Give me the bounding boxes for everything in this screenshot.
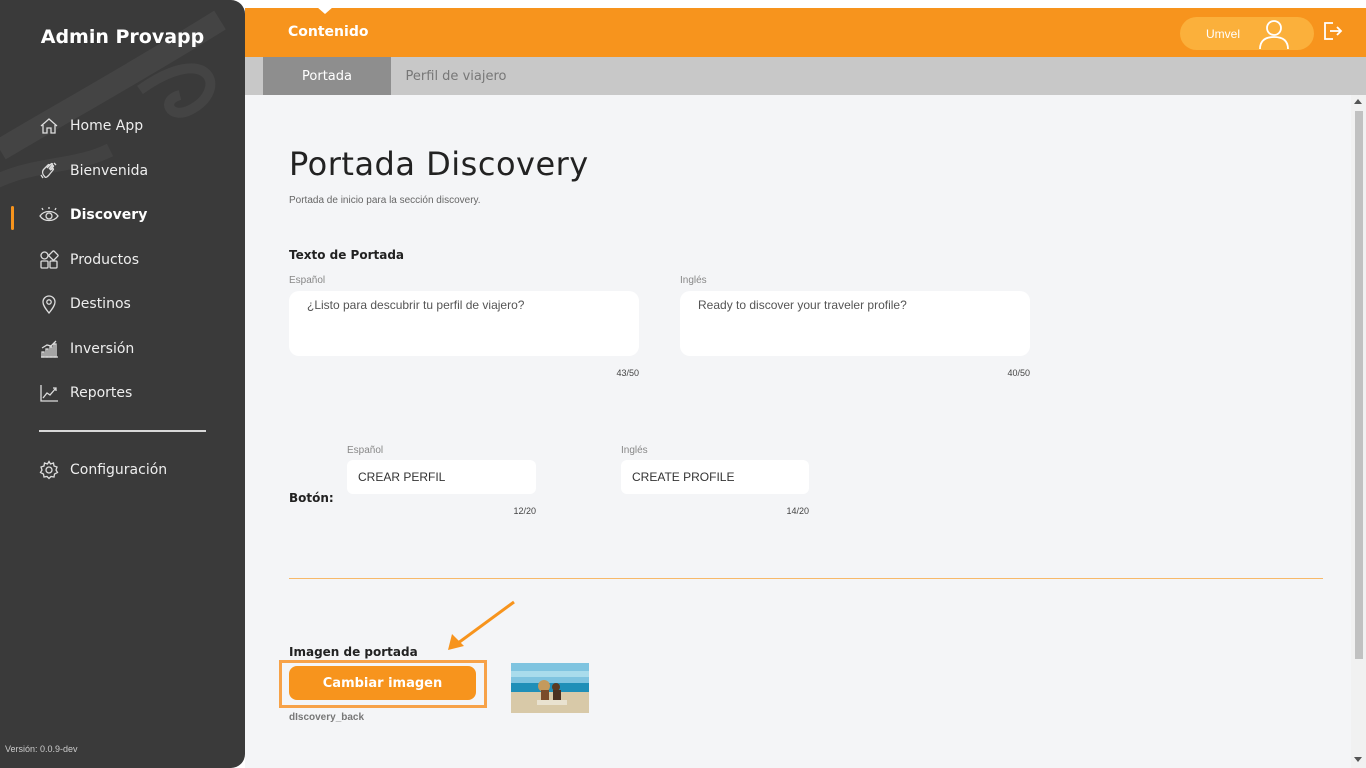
app-title: Admin Provapp xyxy=(40,26,205,48)
change-image-button[interactable]: Cambiar imagen xyxy=(289,666,476,700)
section-divider xyxy=(289,578,1323,579)
button-section-label: Botón: xyxy=(289,491,334,505)
home-icon xyxy=(38,115,60,137)
nav-divider xyxy=(39,430,206,432)
arrow-annotation-icon xyxy=(448,600,515,650)
button-es-field[interactable]: CREAR PERFIL xyxy=(347,460,536,494)
user-icon xyxy=(1259,20,1289,50)
sidebar-item-label: Destinos xyxy=(70,296,131,312)
button-es-counter: 12/20 xyxy=(513,506,536,516)
sidebar-item-label: Discovery xyxy=(70,207,148,223)
cover-image-section-label: Imagen de portada xyxy=(289,645,418,659)
tab-portada[interactable]: Portada xyxy=(263,57,391,95)
cover-text-es-label: Español xyxy=(289,275,326,286)
top-bar: Contenido Umvel xyxy=(245,7,1366,57)
scrollbar-thumb[interactable] xyxy=(1355,111,1363,659)
sidebar-item-inversion[interactable]: Inversión xyxy=(38,334,134,364)
tab-perfil-de-viajero[interactable]: Perfil de viajero xyxy=(395,57,517,95)
cover-text-en-label: Inglés xyxy=(680,275,707,286)
sidebar-item-home-app[interactable]: Home App xyxy=(38,111,143,141)
button-en-label: Inglés xyxy=(621,445,648,456)
eye-icon xyxy=(38,204,60,226)
button-en-field[interactable]: CREATE PROFILE xyxy=(621,460,809,494)
sidebar-item-configuracion[interactable]: Configuración xyxy=(38,455,167,485)
line-chart-icon xyxy=(38,382,60,404)
cover-image-thumbnail[interactable] xyxy=(511,663,589,713)
products-grid-icon xyxy=(38,249,60,271)
sidebar-item-label: Home App xyxy=(70,118,144,134)
cover-text-section-label: Texto de Portada xyxy=(289,248,405,262)
sidebar-item-label: Configuración xyxy=(70,462,168,478)
scroll-up-icon[interactable] xyxy=(1354,99,1362,104)
button-en-counter: 14/20 xyxy=(786,506,809,516)
vertical-scrollbar[interactable] xyxy=(1351,95,1366,768)
gear-icon xyxy=(38,459,60,481)
image-file-name: dIscovery_back xyxy=(289,712,365,723)
cover-text-en-counter: 40/50 xyxy=(1007,368,1030,378)
tab-bar: Portada Perfil de viajero xyxy=(245,57,1366,95)
sidebar-item-label: Productos xyxy=(70,252,140,268)
cover-text-en-field[interactable]: Ready to discover your traveler profile? xyxy=(680,291,1030,356)
waving-hand-icon xyxy=(38,160,60,182)
sidebar-item-label: Inversión xyxy=(70,341,135,357)
logout-icon[interactable] xyxy=(1321,20,1343,42)
version-label: Versión: 0.0.9-dev xyxy=(5,744,78,754)
page-subtitle: Portada de inicio para la sección discov… xyxy=(289,195,481,206)
topbar-notch xyxy=(317,7,333,14)
user-name: Umvel xyxy=(1206,27,1241,41)
sidebar-item-reportes[interactable]: Reportes xyxy=(38,378,132,408)
button-es-label: Español xyxy=(347,445,384,456)
bar-chart-icon xyxy=(38,338,60,360)
sidebar-item-discovery[interactable]: Discovery xyxy=(38,200,147,230)
section-title: Contenido xyxy=(288,24,369,40)
sidebar-item-bienvenida[interactable]: Bienvenida xyxy=(38,156,148,186)
active-indicator xyxy=(11,206,14,230)
sidebar-item-label: Reportes xyxy=(70,385,133,401)
scroll-down-icon[interactable] xyxy=(1354,757,1362,762)
cover-text-es-counter: 43/50 xyxy=(616,368,639,378)
page-title: Portada Discovery xyxy=(289,145,589,183)
sidebar-item-label: Bienvenida xyxy=(70,163,149,179)
sidebar: Admin Provapp Home App Bienvenida Discov… xyxy=(0,0,245,768)
location-pin-icon xyxy=(38,293,60,315)
sidebar-item-productos[interactable]: Productos xyxy=(38,245,139,275)
sidebar-item-destinos[interactable]: Destinos xyxy=(38,289,131,319)
cover-text-es-field[interactable]: ¿Listo para descubrir tu perfil de viaje… xyxy=(289,291,639,356)
user-menu[interactable]: Umvel xyxy=(1180,17,1314,50)
